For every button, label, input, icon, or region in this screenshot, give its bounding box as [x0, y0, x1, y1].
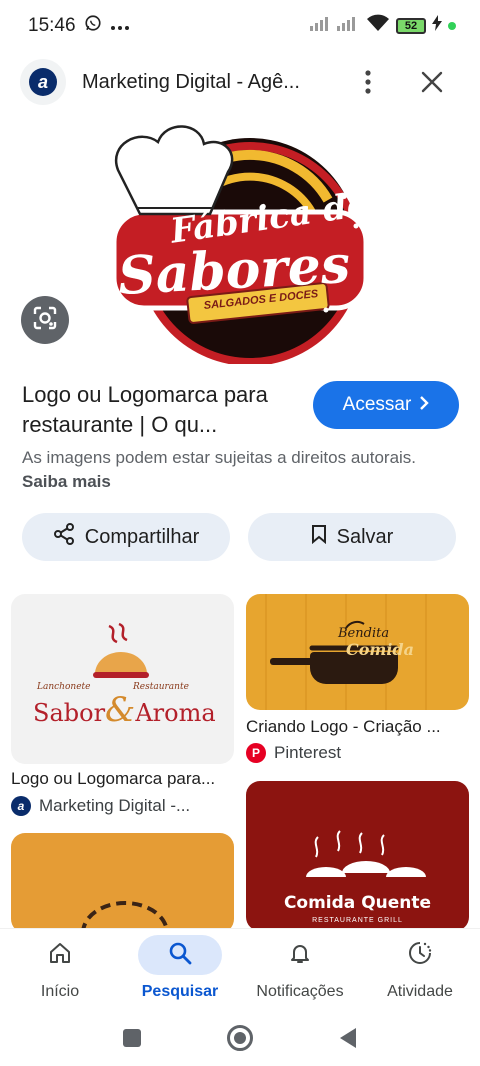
card4-img-sub: RESTAURANTE GRILL: [312, 917, 403, 924]
card2-img-text2: Comida: [346, 640, 414, 659]
nav-notifications-label: Notificações: [256, 983, 344, 1000]
home-icon: [48, 941, 72, 970]
bottom-navigation: Início Pesquisar Notificações Atividade: [0, 928, 480, 1014]
charging-icon: [432, 15, 442, 37]
activity-icon: [407, 940, 433, 971]
result-card-image[interactable]: Lanchonete Restaurante Sabor&Aroma: [11, 594, 234, 764]
nav-search[interactable]: Pesquisar: [120, 935, 240, 1011]
access-button[interactable]: Acessar: [313, 381, 459, 429]
more-options-icon[interactable]: [356, 62, 380, 102]
card1-img-word2: Aroma: [135, 699, 216, 727]
nav-activity[interactable]: Atividade: [360, 935, 480, 1011]
copyright-notice: As imagens podem estar sujeitas a direit…: [22, 446, 452, 494]
card1-source-label: Marketing Digital -...: [39, 796, 191, 815]
result-card-image[interactable]: [11, 833, 234, 933]
close-icon[interactable]: [414, 62, 450, 102]
bell-icon: [288, 941, 312, 970]
card2-title[interactable]: Criando Logo - Criação ...: [246, 717, 470, 737]
lens-button[interactable]: [21, 296, 69, 344]
privacy-dot: [448, 22, 456, 30]
home-circle-icon[interactable]: [226, 1024, 254, 1057]
nav-activity-label: Atividade: [387, 983, 453, 1000]
rights-text: As imagens podem estar sujeitas a direit…: [22, 448, 417, 467]
site-title[interactable]: Marketing Digital - Agê...: [82, 71, 332, 94]
card2-source-label: Pinterest: [274, 743, 342, 762]
nav-notifications[interactable]: Notificações: [240, 935, 360, 1011]
nav-home[interactable]: Início: [0, 935, 120, 1011]
nav-home-label: Início: [40, 983, 80, 1000]
save-label: Salvar: [336, 525, 394, 548]
whatsapp-icon: [84, 14, 102, 38]
marketing-logo-icon: a: [11, 796, 31, 816]
signal-icon: [310, 15, 360, 37]
card1-source[interactable]: a Marketing Digital -...: [11, 796, 190, 816]
card1-title[interactable]: Logo ou Logomarca para...: [11, 769, 239, 789]
bookmark-icon: [311, 524, 327, 550]
status-bar: 15:46 52: [0, 0, 480, 52]
lens-icon: [32, 305, 58, 336]
card2-source[interactable]: P Pinterest: [246, 743, 341, 763]
share-label: Compartilhar: [84, 525, 200, 548]
card2-img-text1: Bendita: [338, 626, 390, 641]
share-icon: [53, 523, 75, 551]
back-icon[interactable]: [338, 1027, 358, 1054]
chevron-right-icon: [419, 394, 430, 416]
status-time: 15:46: [28, 15, 76, 36]
site-logo-mark: a: [29, 68, 57, 96]
wifi-icon: [366, 14, 390, 38]
card1-img-word1: Sabor: [33, 699, 106, 727]
card4-img-text: Comida Quente: [283, 893, 432, 913]
access-label: Acessar: [342, 394, 412, 415]
result-card-image[interactable]: Bendita Comida: [246, 594, 469, 710]
recents-icon[interactable]: [122, 1028, 142, 1053]
result-header: a Marketing Digital - Agê...: [0, 56, 480, 108]
pinterest-icon: P: [246, 743, 266, 763]
battery-icon: 52: [396, 18, 426, 34]
card1-img-main: Sabor&Aroma: [33, 690, 216, 730]
ampersand-glyph: &: [105, 690, 136, 730]
save-button[interactable]: Salvar: [248, 513, 456, 561]
share-button[interactable]: Compartilhar: [22, 513, 230, 561]
more-dots-icon: [110, 15, 130, 37]
site-logo[interactable]: a: [20, 59, 66, 105]
nav-search-label: Pesquisar: [141, 983, 219, 1000]
result-card-image[interactable]: Comida Quente RESTAURANTE GRILL: [246, 781, 469, 931]
result-title[interactable]: Logo ou Logomarca para restaurante | O q…: [22, 380, 302, 440]
system-navigation: [0, 1014, 480, 1066]
learn-more-link[interactable]: Saiba mais: [22, 472, 111, 491]
search-icon: [168, 941, 192, 970]
hero-image[interactable]: Fábrica de Sabores SALGADOS E DOCES: [100, 114, 371, 366]
